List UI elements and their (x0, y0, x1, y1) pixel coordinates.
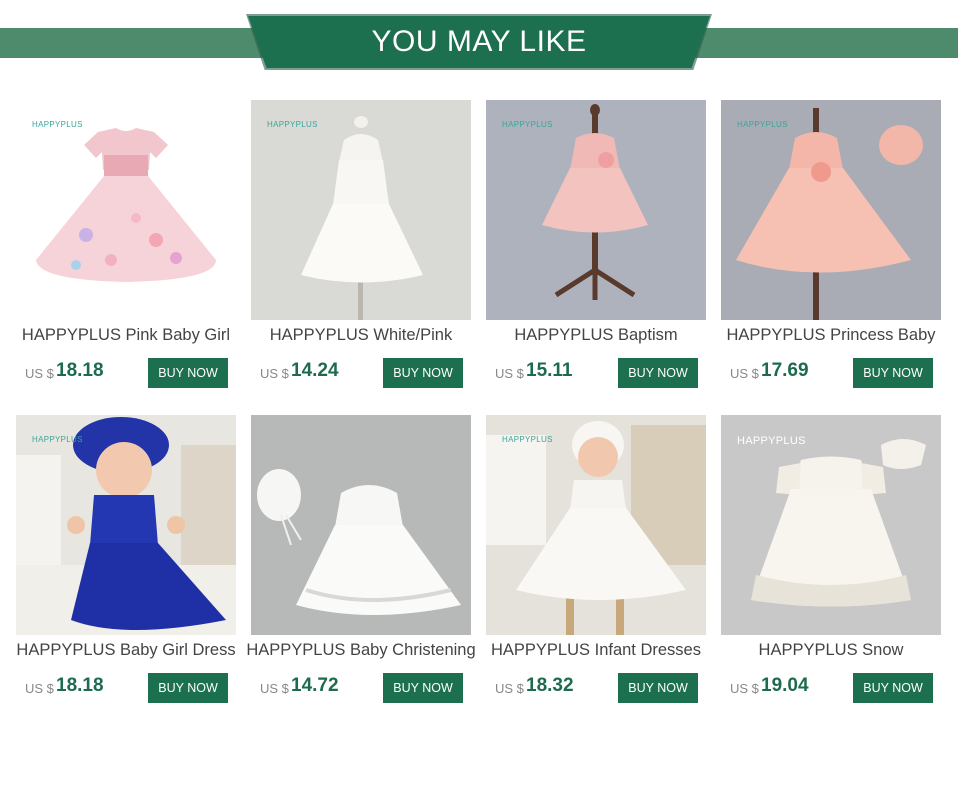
currency-label: US $ (495, 366, 524, 381)
buy-now-button[interactable]: BUY NOW (853, 673, 933, 703)
product-card[interactable]: HAPPYPLUS Baby Christening US $ 14.72 BU… (246, 415, 476, 703)
pink-dress-illustration (36, 128, 216, 282)
brand-watermark: HAPPYPLUS (502, 435, 553, 444)
product-card[interactable]: HAPPYPLUS HAPPYPLUS Snow US $ 19.04 BUY … (721, 415, 941, 703)
product-card[interactable]: HAPPYPLUS HAPPYPLUS Princess Baby US $ 1… (721, 100, 941, 388)
buy-now-button[interactable]: BUY NOW (618, 673, 698, 703)
buy-now-button[interactable]: BUY NOW (853, 358, 933, 388)
baptism-dress-illustration (542, 104, 648, 300)
product-image-blue-dress[interactable]: HAPPYPLUS (16, 415, 236, 635)
price-row: US $ 18.18 BUY NOW (25, 358, 237, 388)
brand-watermark: HAPPYPLUS (737, 120, 788, 129)
price-value: 19.04 (761, 675, 809, 696)
brand-watermark: HAPPYPLUS (32, 120, 83, 129)
price-value: 18.32 (526, 675, 574, 696)
buy-now-button[interactable]: BUY NOW (148, 673, 228, 703)
brand-watermark: HAPPYPLUS (267, 120, 318, 129)
product-image-princess-dress[interactable]: HAPPYPLUS (721, 100, 941, 320)
buy-now-button[interactable]: BUY NOW (618, 358, 698, 388)
product-image-infant-dress[interactable]: HAPPYPLUS (486, 415, 706, 635)
white-dress-illustration (301, 116, 423, 320)
product-card[interactable]: HAPPYPLUS HAPPYPLUS White/Pink US $ 14.2… (251, 100, 471, 388)
product-title[interactable]: HAPPYPLUS White/Pink (241, 326, 481, 348)
section-header: YOU MAY LIKE (0, 0, 958, 80)
product-card[interactable]: HAPPYPLUS HAPPYPLUS Baptism US $ 15.11 B… (486, 100, 706, 388)
brand-watermark: HAPPYPLUS (737, 435, 806, 447)
price-row: US $ 18.32 BUY NOW (495, 673, 707, 703)
price-row: US $ 15.11 BUY NOW (495, 358, 707, 388)
price-value: 18.18 (56, 675, 104, 696)
price-row: US $ 14.24 BUY NOW (260, 358, 472, 388)
currency-label: US $ (25, 366, 54, 381)
buy-now-button[interactable]: BUY NOW (383, 358, 463, 388)
buy-now-button[interactable]: BUY NOW (383, 673, 463, 703)
product-title[interactable]: HAPPYPLUS Baby Christening (241, 641, 481, 663)
price-value: 14.72 (291, 675, 339, 696)
price-value: 18.18 (56, 360, 104, 381)
product-card[interactable]: HAPPYPLUS HAPPYPLUS Pink Baby Girl US $ … (16, 100, 236, 388)
price-value: 14.24 (291, 360, 339, 381)
brand-watermark: HAPPYPLUS (32, 435, 83, 444)
brand-watermark: HAPPYPLUS (502, 120, 553, 129)
price-row: US $ 17.69 BUY NOW (730, 358, 942, 388)
currency-label: US $ (260, 366, 289, 381)
product-title[interactable]: HAPPYPLUS Baptism (476, 326, 716, 348)
currency-label: US $ (730, 366, 759, 381)
product-title[interactable]: HAPPYPLUS Snow (711, 641, 951, 663)
currency-label: US $ (25, 681, 54, 696)
princess-dress-illustration (736, 108, 923, 320)
product-title[interactable]: HAPPYPLUS Pink Baby Girl (6, 326, 246, 348)
price-value: 17.69 (761, 360, 809, 381)
price-value: 15.11 (526, 360, 573, 381)
product-image-snow-dress[interactable]: HAPPYPLUS (721, 415, 941, 635)
buy-now-button[interactable]: BUY NOW (148, 358, 228, 388)
product-image-white-dress[interactable]: HAPPYPLUS (251, 100, 471, 320)
currency-label: US $ (260, 681, 289, 696)
section-title: YOU MAY LIKE (371, 25, 587, 58)
price-row: US $ 19.04 BUY NOW (730, 673, 942, 703)
product-card[interactable]: HAPPYPLUS HAPPYPLUS Baby Girl Dress US $… (16, 415, 236, 703)
product-title[interactable]: HAPPYPLUS Princess Baby (711, 326, 951, 348)
price-row: US $ 14.72 BUY NOW (260, 673, 472, 703)
currency-label: US $ (495, 681, 524, 696)
christening-dress-illustration (257, 469, 461, 615)
product-image-pink-dress[interactable]: HAPPYPLUS (16, 100, 236, 320)
snow-dress-illustration (751, 439, 926, 607)
product-image-baptism-dress[interactable]: HAPPYPLUS (486, 100, 706, 320)
infant-dress-illustration (486, 421, 706, 635)
currency-label: US $ (730, 681, 759, 696)
product-card[interactable]: HAPPYPLUS HAPPYPLUS Infant Dresses US $ … (486, 415, 706, 703)
product-image-christening-dress[interactable] (251, 415, 471, 635)
price-row: US $ 18.18 BUY NOW (25, 673, 237, 703)
product-title[interactable]: HAPPYPLUS Infant Dresses (476, 641, 716, 663)
blue-dress-illustration (16, 417, 236, 635)
product-title[interactable]: HAPPYPLUS Baby Girl Dress (6, 641, 246, 663)
